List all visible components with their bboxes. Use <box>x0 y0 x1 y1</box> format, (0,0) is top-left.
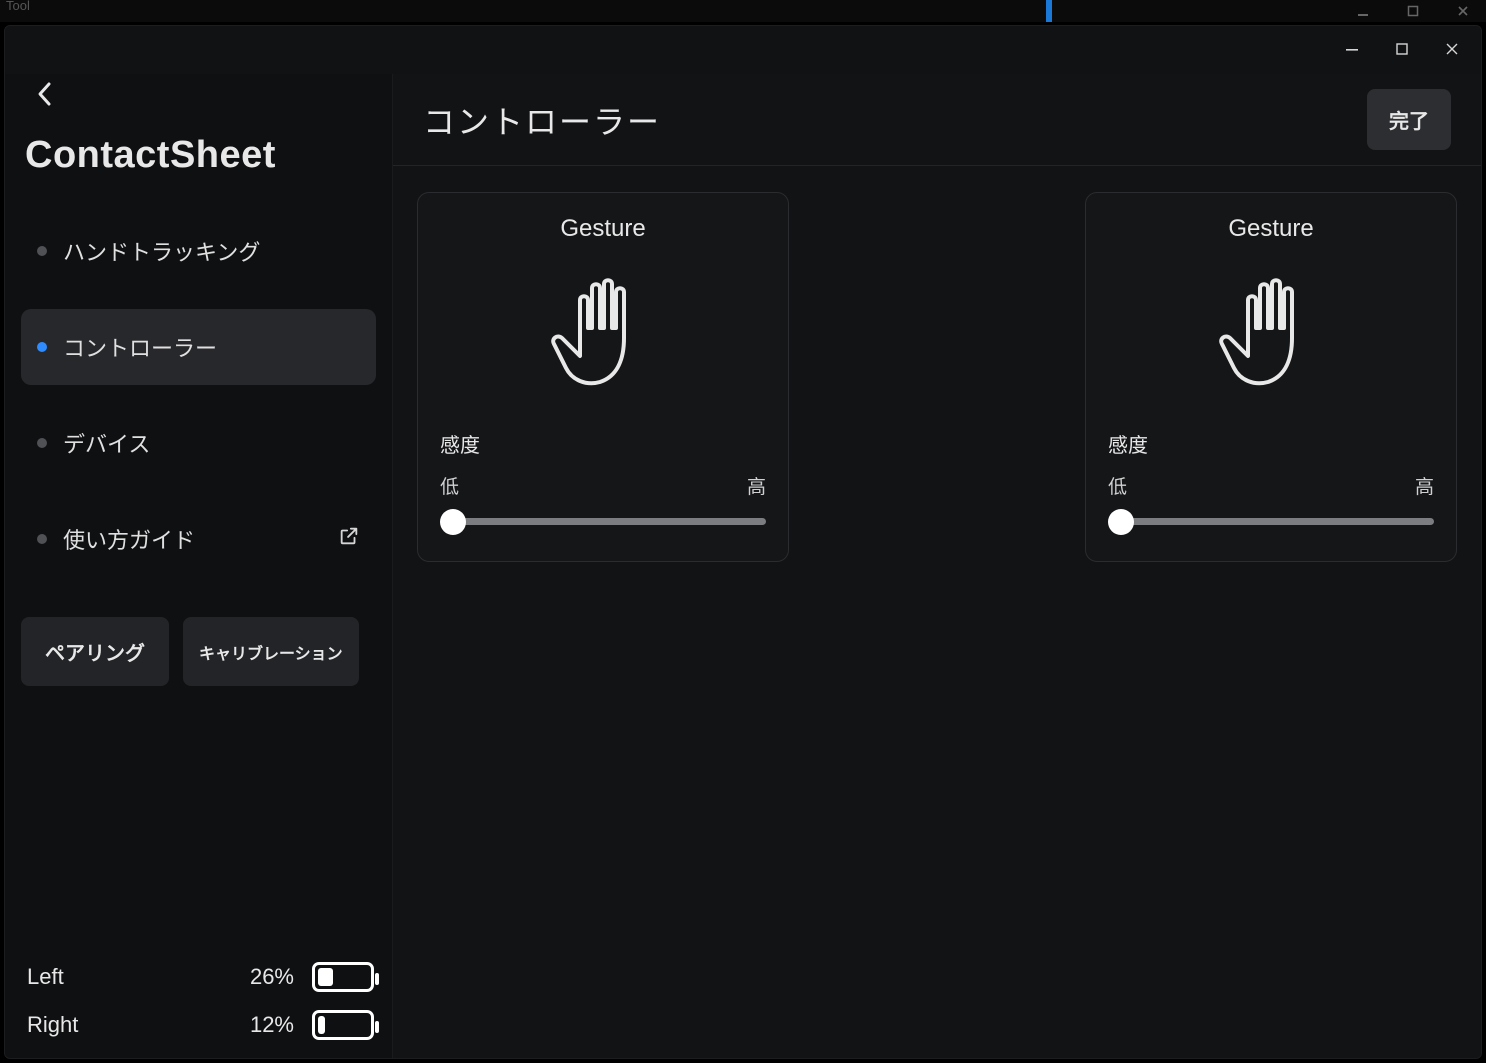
battery-icon <box>312 962 374 992</box>
slider-high-label: 高 <box>1415 472 1434 499</box>
main-panel: コントローラー 完了 Gesture 感度 低 <box>393 74 1481 1058</box>
sidebar-item-label: デバイス <box>63 427 150 459</box>
sensitivity-slider[interactable] <box>440 507 766 535</box>
slider-track <box>1118 518 1434 525</box>
window-minimize-button[interactable] <box>1327 32 1377 66</box>
battery-percent: 26% <box>224 964 294 990</box>
desktop: Tool <box>0 0 1486 1063</box>
sidebar-item-label: ハンドトラッキング <box>63 235 260 267</box>
status-dot-icon <box>37 438 47 448</box>
sidebar-button-row: ペアリング キャリブレーション <box>21 617 376 686</box>
main-header: コントローラー 完了 <box>393 74 1481 166</box>
sidebar-item-hand-tracking[interactable]: ハンドトラッキング <box>21 213 376 289</box>
battery-label: Left <box>27 964 224 990</box>
sidebar-nav: ハンドトラッキング コントローラー デバイス 使い方ガイド <box>21 213 376 577</box>
battery-status: Left 26% Right 12% <box>27 962 374 1040</box>
battery-row-right: Right 12% <box>27 1010 374 1040</box>
sidebar-item-label: コントローラー <box>63 331 217 363</box>
app-window: ContactSheet ハンドトラッキング コントローラー デバイス <box>4 25 1482 1059</box>
external-link-icon <box>338 525 360 553</box>
slider-low-label: 低 <box>440 472 459 499</box>
sidebar-item-label: 使い方ガイド <box>63 523 195 555</box>
window-maximize-button[interactable] <box>1377 32 1427 66</box>
battery-percent: 12% <box>224 1012 294 1038</box>
sensitivity-slider[interactable] <box>1108 507 1434 535</box>
slider-thumb[interactable] <box>1108 509 1134 535</box>
battery-label: Right <box>27 1012 224 1038</box>
card-title: Gesture <box>1228 215 1313 243</box>
hand-icon <box>543 261 663 401</box>
slider-low-label: 低 <box>1108 472 1127 499</box>
slider-high-label: 高 <box>747 472 766 499</box>
hand-icon <box>1211 261 1331 401</box>
sidebar: ContactSheet ハンドトラッキング コントローラー デバイス <box>5 74 393 1058</box>
slider-range-labels: 低 高 <box>1108 472 1434 499</box>
done-button[interactable]: 完了 <box>1367 89 1451 150</box>
chevron-left-icon <box>35 80 55 108</box>
slider-range-labels: 低 高 <box>440 472 766 499</box>
slider-track <box>450 518 766 525</box>
parent-close-button[interactable] <box>1440 0 1486 22</box>
status-dot-icon <box>37 342 47 352</box>
app-body: ContactSheet ハンドトラッキング コントローラー デバイス <box>5 74 1481 1058</box>
sidebar-item-device[interactable]: デバイス <box>21 405 376 481</box>
parent-minimize-button[interactable] <box>1340 0 1386 22</box>
status-dot-icon <box>37 534 47 544</box>
parent-window-title: Tool <box>6 0 30 13</box>
parent-window-titlebar: Tool <box>0 0 1486 22</box>
sidebar-item-guide[interactable]: 使い方ガイド <box>21 501 376 577</box>
status-dot-icon <box>37 246 47 256</box>
back-button[interactable] <box>27 76 63 112</box>
battery-fill <box>318 968 333 986</box>
pairing-button[interactable]: ペアリング <box>21 617 169 686</box>
slider-thumb[interactable] <box>440 509 466 535</box>
gesture-card-left: Gesture 感度 低 高 <box>417 192 789 562</box>
sensitivity-label: 感度 <box>1108 429 1148 458</box>
app-logo: ContactSheet <box>25 134 376 177</box>
page-title: コントローラー <box>423 97 1367 143</box>
cards-area: Gesture 感度 低 高 <box>393 166 1481 1058</box>
calibration-button[interactable]: キャリブレーション <box>183 617 359 686</box>
gesture-card-right: Gesture 感度 低 高 <box>1085 192 1457 562</box>
parent-maximize-button[interactable] <box>1390 0 1436 22</box>
sidebar-item-controller[interactable]: コントローラー <box>21 309 376 385</box>
accent-marker <box>1046 0 1052 22</box>
titlebar <box>5 26 1481 74</box>
battery-row-left: Left 26% <box>27 962 374 992</box>
sensitivity-label: 感度 <box>440 429 480 458</box>
battery-icon <box>312 1010 374 1040</box>
card-title: Gesture <box>560 215 645 243</box>
window-close-button[interactable] <box>1427 32 1477 66</box>
battery-fill <box>318 1016 325 1034</box>
